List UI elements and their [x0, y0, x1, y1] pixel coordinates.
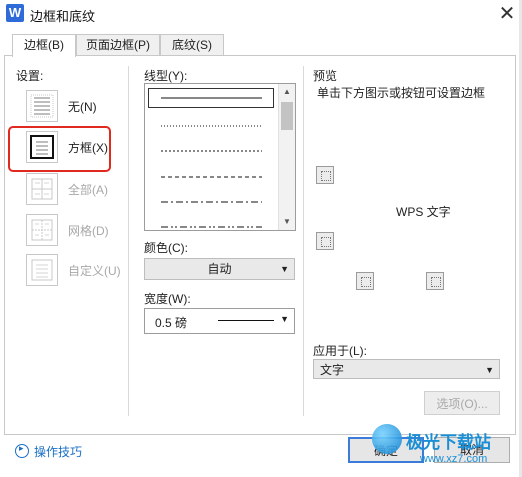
color-value: 自动 — [207, 262, 232, 276]
width-line-sample — [218, 320, 274, 321]
chevron-down-icon: ▼ — [280, 264, 289, 274]
line-style-list[interactable]: ▲ ▼ — [144, 83, 296, 231]
setting-none-label: 无(N) — [68, 100, 97, 114]
tab-page-borders[interactable]: 页面边框(P) — [76, 34, 160, 56]
setting-grid: 网格(D) — [26, 213, 126, 247]
chevron-down-icon: ▼ — [485, 365, 494, 375]
border-left-button[interactable] — [356, 272, 374, 290]
scroll-thumb[interactable] — [281, 102, 293, 130]
highlight-box — [8, 126, 111, 172]
watermark-brand: 极光下载站 — [406, 433, 491, 452]
setting-grid-label: 网格(D) — [68, 224, 109, 238]
dialog-title: 边框和底纹 — [30, 9, 96, 24]
border-grid-icon — [26, 214, 58, 246]
watermark-logo — [372, 424, 402, 454]
color-label: 颜色(C): — [144, 241, 188, 255]
scroll-down-icon[interactable]: ▼ — [279, 214, 295, 230]
preview-hint: 单击下方图示或按钮可设置边框 — [317, 86, 486, 100]
border-custom-icon — [26, 254, 58, 286]
line-style-label: 线型(Y): — [144, 69, 188, 83]
preview-label: 预览 — [313, 69, 338, 83]
watermark-url: www.xz7.com — [420, 453, 488, 465]
chevron-down-icon: ▼ — [280, 314, 289, 324]
close-icon[interactable]: ✕ — [495, 2, 519, 26]
apply-to-value: 文字 — [320, 363, 345, 377]
color-select[interactable]: 自动 ▼ — [144, 258, 295, 280]
tips-link[interactable]: 操作技巧 — [34, 443, 82, 460]
border-none-icon — [26, 90, 58, 122]
line-style-samples — [161, 97, 262, 228]
options-button: 选项(O)... — [424, 391, 500, 415]
setting-all-label: 全部(A) — [68, 183, 108, 197]
scroll-up-icon[interactable]: ▲ — [279, 84, 295, 100]
width-value: 0.5 磅 — [155, 316, 188, 330]
width-label: 宽度(W): — [144, 292, 191, 306]
tips-icon[interactable]: ▸ — [15, 443, 29, 458]
tab-borders[interactable]: 边框(B) — [12, 34, 76, 57]
border-top-button[interactable] — [316, 166, 334, 184]
apply-to-select[interactable]: 文字 ▼ — [313, 359, 500, 379]
setting-none[interactable]: 无(N) — [26, 88, 126, 122]
preview-sample-text[interactable]: WPS 文字 — [396, 203, 451, 220]
divider-left — [128, 66, 129, 416]
line-style-scrollbar[interactable]: ▲ ▼ — [278, 84, 295, 230]
wps-app-icon: W — [6, 4, 24, 22]
apply-to-label: 应用于(L): — [313, 344, 368, 358]
settings-label: 设置: — [16, 69, 44, 83]
divider-right — [303, 66, 304, 416]
setting-custom: 自定义(U) — [26, 253, 126, 287]
border-right-button[interactable] — [426, 272, 444, 290]
setting-custom-label: 自定义(U) — [68, 264, 121, 278]
width-select[interactable]: 0.5 磅 ▼ — [144, 308, 295, 334]
border-bottom-button[interactable] — [316, 232, 334, 250]
title-bar: W 边框和底纹 ✕ — [0, 0, 522, 28]
border-all-icon — [26, 173, 58, 205]
tab-shading[interactable]: 底纹(S) — [160, 34, 224, 56]
setting-all: 全部(A) — [26, 172, 126, 206]
